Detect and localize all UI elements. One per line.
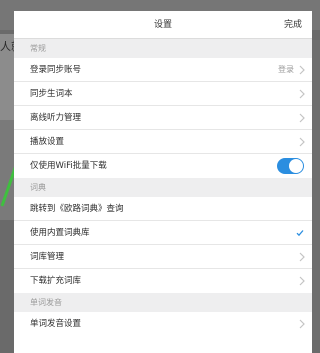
row-label: 跳转到《欧路词典》查询	[30, 204, 124, 214]
row-label: 离线听力管理	[30, 113, 82, 123]
row-label: 播放设置	[30, 137, 65, 147]
row-pronunciation-settings[interactable]: 单词发音设置	[14, 312, 312, 336]
chevron-right-icon	[299, 252, 305, 262]
section-header-general: 常规	[14, 39, 312, 58]
chevron-right-icon	[299, 319, 305, 329]
row-download-extra-dictionaries[interactable]: 下载扩充词库	[14, 269, 312, 293]
row-offline-listening[interactable]: 离线听力管理	[14, 106, 312, 130]
row-sync-vocabulary[interactable]: 同步生词本	[14, 82, 312, 106]
row-label: 使用内置词典库	[30, 228, 90, 238]
settings-panel: 设置 完成 常规 登录同步账号 登录 同步生词本 离线听力管理 播放设置 仅使用…	[14, 11, 312, 353]
row-jump-eudic[interactable]: 跳转到《欧路词典》查询	[14, 197, 312, 221]
row-value: 登录	[278, 65, 294, 74]
chevron-right-icon	[299, 65, 305, 75]
checkmark-icon	[296, 230, 304, 237]
row-label: 词库管理	[30, 252, 65, 262]
settings-title: 设置	[153, 20, 172, 30]
section-header-pronunciation: 单词发音	[14, 293, 312, 312]
chevron-right-icon	[299, 113, 305, 123]
row-login-sync-account[interactable]: 登录同步账号 登录	[14, 58, 312, 82]
row-label: 同步生词本	[30, 89, 73, 99]
chevron-right-icon	[299, 89, 305, 99]
row-label: 下载扩充词库	[30, 276, 82, 286]
toggle-knob	[289, 159, 303, 173]
row-label: 单词发音设置	[30, 319, 82, 329]
row-dictionary-management[interactable]: 词库管理	[14, 245, 312, 269]
section-header-dictionary: 词典	[14, 178, 312, 197]
row-playback-settings[interactable]: 播放设置	[14, 130, 312, 154]
row-use-builtin-dictionary[interactable]: 使用内置词典库	[14, 221, 312, 245]
wifi-only-toggle[interactable]	[277, 158, 304, 174]
chevron-right-icon	[299, 276, 305, 286]
done-button[interactable]: 完成	[284, 11, 302, 39]
row-label: 登录同步账号	[30, 65, 82, 75]
row-wifi-only-download: 仅使用WiFi批量下载	[14, 154, 312, 178]
chevron-right-icon	[299, 137, 305, 147]
row-label: 仅使用WiFi批量下载	[30, 161, 107, 171]
settings-navbar: 设置 完成	[14, 11, 312, 39]
